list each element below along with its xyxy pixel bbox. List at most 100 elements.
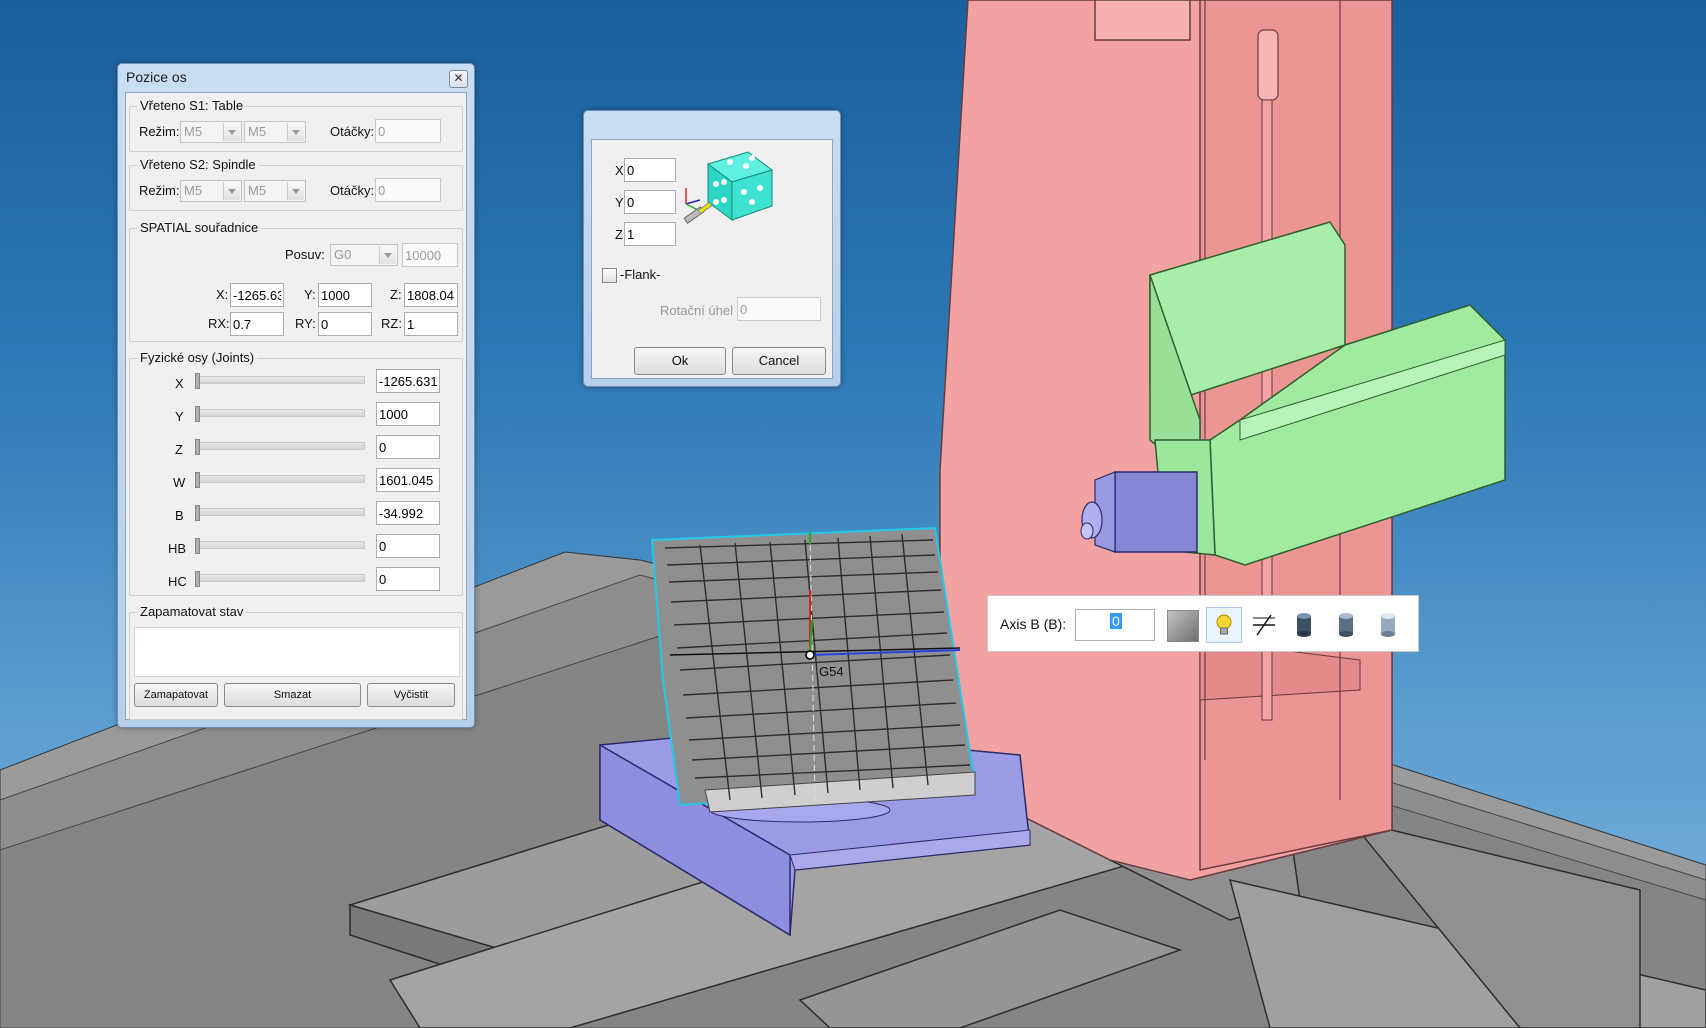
spatial-title: SPATIAL souřadnice [137, 220, 262, 235]
axis-b-input[interactable]: 0 [1075, 609, 1155, 641]
spatial-group: SPATIAL souřadnice Posuv: G0 X: Y: Z: RX… [129, 220, 463, 342]
joint-z-input[interactable] [376, 435, 440, 459]
cylinder-light-glyph [1381, 613, 1395, 637]
joint-y-input[interactable] [376, 402, 440, 426]
spatial-rz-input[interactable] [404, 312, 458, 336]
memory-title: Zapamatovat stav [137, 604, 247, 619]
joint-x-input[interactable] [376, 369, 440, 393]
cylinder-mid-icon[interactable] [1328, 607, 1364, 643]
feed-mode-select[interactable]: G0 [330, 244, 398, 266]
s2-mode-2-value: M5 [248, 183, 267, 198]
joint-hc-slider[interactable] [195, 571, 365, 587]
joint-w-label: W [173, 475, 186, 490]
orient-y-input[interactable] [624, 190, 676, 214]
chevron-down-icon [287, 182, 304, 200]
chevron-down-icon [223, 123, 240, 141]
axis-b-toolbar: Axis B (B): 0 [987, 595, 1419, 652]
orientation-dialog: X Y Z -Flank- Rotační úhel Ok Cancel [583, 110, 841, 387]
chevron-down-icon [379, 246, 396, 264]
joint-hb-slider[interactable] [195, 538, 365, 554]
s1-rpm-label: Otáčky: [330, 124, 375, 139]
title-bar[interactable] [584, 111, 840, 135]
orient-y-label: Y [615, 195, 624, 210]
joint-hb-label: HB [168, 541, 187, 556]
s2-mode-select-2[interactable]: M5 [244, 180, 306, 202]
feed-label: Posuv: [285, 247, 325, 262]
s1-rpm-input[interactable] [375, 119, 441, 143]
s2-mode-1-value: M5 [184, 183, 203, 198]
chevron-down-icon [287, 123, 304, 141]
joint-b-label: B [175, 508, 184, 523]
joints-title: Fyzické osy (Joints) [137, 350, 258, 365]
slider-thumb[interactable] [195, 505, 200, 521]
axis-b-label: Axis B (B): [1000, 616, 1067, 632]
dialog-client: X Y Z -Flank- Rotační úhel Ok Cancel [591, 139, 833, 379]
spatial-rx-input[interactable] [230, 312, 284, 336]
s1-mode-2-value: M5 [248, 124, 267, 139]
section-plane-glyph [1253, 614, 1275, 636]
light-bulb-icon[interactable] [1206, 607, 1242, 643]
ok-button[interactable]: Ok [634, 347, 726, 375]
slider-thumb[interactable] [195, 538, 200, 554]
axis-b-value: 0 [1110, 613, 1122, 629]
cylinder-light-icon[interactable] [1370, 607, 1406, 643]
s2-rpm-input[interactable] [375, 178, 441, 202]
joint-w-input[interactable] [376, 468, 440, 492]
joint-y-slider[interactable] [195, 406, 365, 422]
joint-hb-input[interactable] [376, 534, 440, 558]
spindle-s2-title: Vřeteno S2: Spindle [137, 157, 259, 172]
s1-mode-label: Režim: [139, 124, 180, 139]
window-title: Pozice os [126, 69, 187, 85]
joint-b-slider[interactable] [195, 505, 365, 521]
save-state-button[interactable]: Zamapatovat [134, 683, 218, 707]
light-bulb-glyph [1216, 614, 1232, 635]
spatial-x-input[interactable] [230, 283, 284, 307]
orient-x-input[interactable] [624, 158, 676, 182]
slider-thumb[interactable] [195, 439, 200, 455]
joints-group: Fyzické osy (Joints) X Y Z W [129, 350, 463, 596]
spatial-rz-label: RZ: [381, 316, 402, 331]
s2-mode-select-1[interactable]: M5 [180, 180, 242, 202]
orient-x-label: X [615, 163, 624, 178]
spatial-ry-label: RY: [295, 316, 316, 331]
slider-thumb[interactable] [195, 373, 200, 389]
joint-x-label: X [175, 376, 184, 391]
cylinder-dark-icon[interactable] [1286, 607, 1322, 643]
joint-y-label: Y [175, 409, 184, 424]
rotation-angle-label: Rotační úhel [660, 303, 733, 318]
s1-mode-select-2[interactable]: M5 [244, 121, 306, 143]
s2-mode-label: Režim: [139, 183, 180, 198]
s1-mode-select-1[interactable]: M5 [180, 121, 242, 143]
spindle-s2-group: Vřeteno S2: Spindle Režim: M5 M5 Otáčky: [129, 157, 463, 211]
orient-z-input[interactable] [624, 222, 676, 246]
spatial-z-input[interactable] [404, 283, 458, 307]
joint-x-slider[interactable] [195, 373, 365, 389]
joint-b-input[interactable] [376, 501, 440, 525]
slider-thumb[interactable] [195, 472, 200, 488]
section-plane-icon[interactable] [1245, 607, 1281, 643]
spatial-y-input[interactable] [318, 283, 372, 307]
clear-states-button[interactable]: Vyčistit [367, 683, 455, 707]
joint-z-slider[interactable] [195, 439, 365, 455]
spindle-s1-group: Vřeteno S1: Table Režim: M5 M5 Otáčky: [129, 98, 463, 152]
joint-w-slider[interactable] [195, 472, 365, 488]
feed-value-input[interactable] [402, 243, 458, 267]
tilted-fixture-plate[interactable] [650, 526, 977, 813]
color-swatch-icon[interactable] [1164, 607, 1200, 643]
flank-label: -Flank- [620, 267, 661, 282]
memory-list[interactable] [134, 627, 460, 677]
title-bar[interactable]: Pozice os ✕ [118, 64, 474, 90]
rotation-angle-input[interactable] [737, 297, 821, 321]
spatial-x-label: X: [216, 287, 229, 302]
spatial-ry-input[interactable] [318, 312, 372, 336]
joint-z-label: Z [175, 442, 183, 457]
slider-thumb[interactable] [195, 406, 200, 422]
pozice-os-window: Pozice os ✕ Vřeteno S1: Table Režim: M5 … [117, 63, 475, 728]
slider-thumb[interactable] [195, 571, 200, 587]
joint-hc-input[interactable] [376, 567, 440, 591]
flank-checkbox[interactable] [602, 268, 617, 283]
cancel-button[interactable]: Cancel [732, 347, 826, 375]
s1-mode-1-value: M5 [184, 124, 203, 139]
close-button[interactable]: ✕ [449, 70, 468, 88]
delete-state-button[interactable]: Smazat [224, 683, 361, 707]
